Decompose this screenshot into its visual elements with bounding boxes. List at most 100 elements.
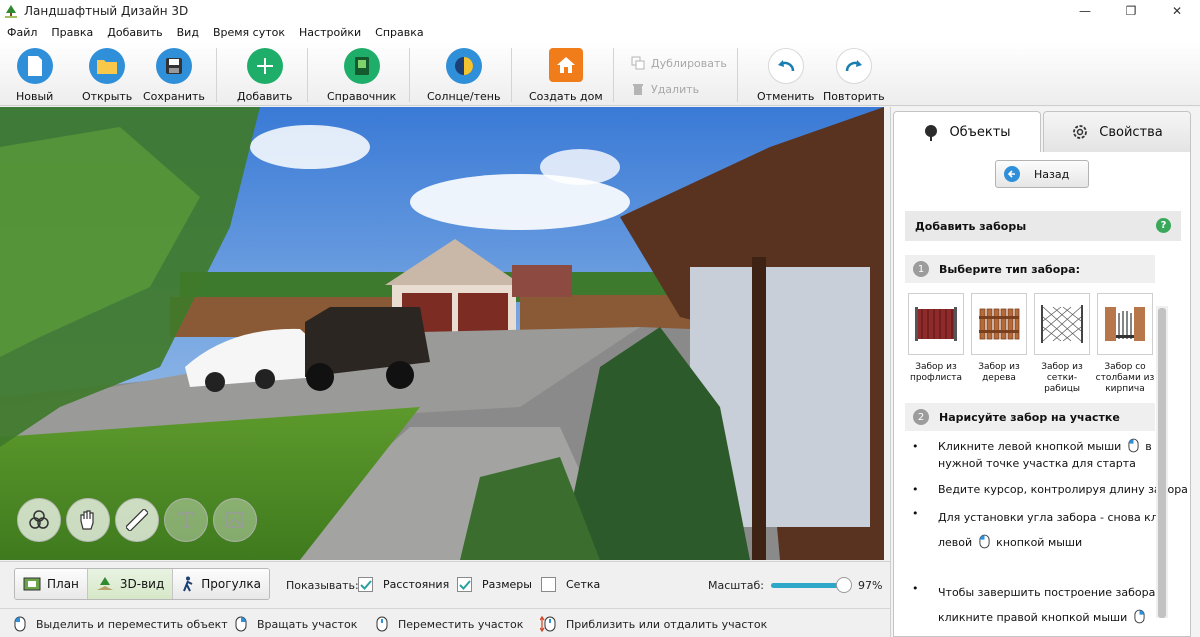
- tab-walk[interactable]: Прогулка: [173, 569, 269, 599]
- redo-icon: [835, 48, 872, 84]
- tree-icon: [925, 124, 938, 141]
- fence-wood[interactable]: [971, 293, 1027, 355]
- redo-button[interactable]: Повторить: [823, 48, 885, 103]
- status-bar: Выделить и переместить объект Вращать уч…: [0, 608, 890, 637]
- distances-label: Расстояния: [383, 578, 450, 591]
- instruction-1b: в: [1145, 440, 1152, 453]
- grid-checkbox[interactable]: Сетка: [541, 577, 600, 592]
- mouse-left-icon: [979, 534, 990, 549]
- side-panel: Объекты Свойства Назад Добавить заборы ?…: [890, 107, 1200, 637]
- section-header: Добавить заборы ?: [905, 211, 1181, 241]
- instruction-click-start: • Кликните левой кнопкой мыши в нужной т…: [912, 438, 1162, 472]
- sun-shadow-button[interactable]: Солнце/тень: [427, 48, 500, 103]
- maximize-button[interactable]: ❐: [1108, 0, 1154, 22]
- fence-chain-link-label: Забор из сетки-рабицы: [1041, 362, 1083, 394]
- zoom-slider[interactable]: [771, 583, 846, 588]
- open-label: Открыть: [82, 90, 133, 103]
- new-label: Новый: [16, 90, 54, 103]
- hint-pan-label: Переместить участок: [398, 617, 524, 631]
- instruction-4b: кликните правой кнопкой мыши: [938, 611, 1128, 624]
- instruction-drag: • Ведите курсор, контролируя длину забор…: [912, 481, 1188, 498]
- tab-walk-label: Прогулка: [201, 577, 261, 591]
- hand-tool-button[interactable]: [66, 498, 110, 542]
- tab-plan[interactable]: План: [15, 569, 88, 599]
- toolbar-divider: [511, 48, 512, 102]
- text-tool-button[interactable]: [164, 498, 208, 542]
- tab-3d-view-label: 3D-вид: [119, 577, 165, 591]
- step-1-title: Выберите тип забора:: [939, 262, 1080, 276]
- distances-checkbox[interactable]: Расстояния: [358, 577, 449, 592]
- menu-bar: Файл Правка Добавить Вид Время суток Нас…: [0, 22, 1200, 42]
- zoom-label: Масштаб:: [708, 579, 764, 592]
- hint-rotate-label: Вращать участок: [257, 617, 358, 631]
- new-button[interactable]: Новый: [16, 48, 53, 103]
- objects-panel-body: Назад Добавить заборы ? 1 Выберите тип з…: [893, 152, 1191, 637]
- duplicate-label: Дублировать: [651, 56, 727, 70]
- toolbar: Новый Открыть Сохранить Добавить Справоч…: [0, 42, 1200, 106]
- tab-properties[interactable]: Свойства: [1043, 111, 1191, 153]
- menu-edit[interactable]: Правка: [44, 26, 100, 39]
- layers-icon: [29, 510, 49, 529]
- checkbox-box: [457, 577, 472, 592]
- add-button[interactable]: Добавить: [237, 48, 292, 103]
- instruction-4a: Чтобы завершить построение забора -: [938, 586, 1163, 599]
- back-button[interactable]: Назад: [995, 160, 1089, 188]
- reference-button[interactable]: Справочник: [327, 48, 396, 103]
- undo-label: Отменить: [757, 90, 815, 103]
- save-button[interactable]: Сохранить: [143, 48, 205, 103]
- sizes-checkbox[interactable]: Размеры: [457, 577, 532, 592]
- checkmark-icon: [359, 579, 372, 590]
- bullet-mark: •: [912, 440, 919, 453]
- menu-add[interactable]: Добавить: [100, 26, 169, 39]
- menu-settings[interactable]: Настройки: [292, 26, 368, 39]
- fence-profiled-sheet[interactable]: [908, 293, 964, 355]
- hint-zoom: Приблизить или отдалить участок: [540, 616, 767, 632]
- close-button[interactable]: ✕: [1154, 0, 1200, 22]
- text-icon: [178, 512, 194, 528]
- book-icon: [343, 48, 380, 84]
- menu-time-of-day[interactable]: Время суток: [206, 26, 292, 39]
- menu-file[interactable]: Файл: [0, 26, 44, 39]
- create-house-button[interactable]: Создать дом: [529, 48, 603, 103]
- duplicate-button[interactable]: Дублировать: [631, 56, 727, 70]
- app-logo-icon: [5, 5, 17, 18]
- tab-properties-label: Свойства: [1099, 124, 1163, 140]
- ruler-tool-button[interactable]: [115, 498, 159, 542]
- mouse-middle-icon: [376, 616, 388, 632]
- floppy-icon: [155, 48, 192, 84]
- mouse-scroll-icon: [540, 616, 556, 632]
- tab-plan-label: План: [47, 577, 79, 591]
- open-button[interactable]: Открыть: [82, 48, 132, 103]
- menu-view[interactable]: Вид: [170, 26, 206, 39]
- fence-chain-link[interactable]: [1034, 293, 1090, 355]
- instruction-3a: Для установки угла забора - снова кликни…: [938, 511, 1156, 524]
- minimize-button[interactable]: —: [1062, 0, 1108, 22]
- undo-icon: [767, 48, 804, 84]
- undo-button[interactable]: Отменить: [757, 48, 814, 103]
- tab-3d-view[interactable]: 3D-вид: [87, 569, 174, 599]
- menu-help[interactable]: Справка: [368, 26, 430, 39]
- delete-button[interactable]: Удалить: [631, 82, 699, 96]
- help-icon[interactable]: ?: [1156, 218, 1171, 233]
- wooden-fence-icon: [979, 308, 1020, 340]
- 3d-viewport[interactable]: [0, 107, 884, 560]
- hint-rotate: Вращать участок: [235, 616, 357, 632]
- zoom-slider-thumb[interactable]: [835, 577, 852, 593]
- back-label: Назад: [1034, 167, 1070, 181]
- brick-post-fence-icon: [1105, 307, 1145, 341]
- plan-icon: [23, 577, 41, 591]
- checkbox-box: [541, 577, 556, 592]
- toolbar-divider: [737, 48, 738, 102]
- step-2-number: 2: [913, 409, 929, 425]
- window-title: Ландшафтный Дизайн 3D: [24, 4, 189, 18]
- tab-objects[interactable]: Объекты: [893, 111, 1041, 153]
- image-tool-button[interactable]: [213, 498, 257, 542]
- zoom-value: 97%: [858, 579, 883, 592]
- instruction-text: Чтобы завершить построение забора - клик…: [938, 580, 1168, 630]
- sun-shadow-label: Солнце/тень: [427, 90, 501, 103]
- panel-scrollbar-thumb[interactable]: [1158, 308, 1166, 618]
- checkbox-box: [358, 577, 373, 592]
- fence-brick-posts[interactable]: [1097, 293, 1153, 355]
- chain-link-fence-icon: [1041, 305, 1083, 343]
- layers-tool-button[interactable]: [17, 498, 61, 542]
